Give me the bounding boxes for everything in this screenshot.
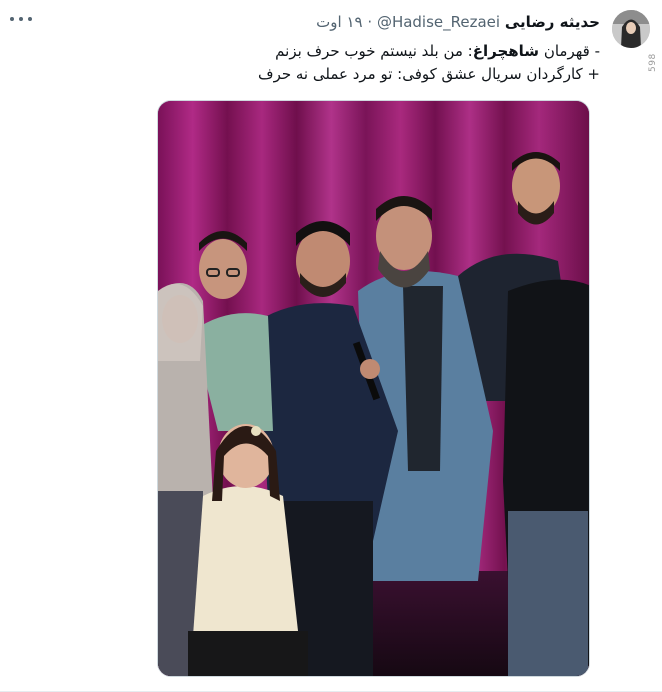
- more-dot: [28, 17, 32, 21]
- line-2-text: + کارگردان سریال عشق کوفی: تو مرد عملی ن…: [258, 65, 600, 83]
- more-dot: [19, 17, 23, 21]
- line-1-suffix: : من بلد نیستم خوب حرف بزنم: [275, 42, 473, 60]
- line-1-prefix: - قهرمان: [539, 42, 600, 60]
- author-name[interactable]: حدیثه رضایی: [505, 13, 600, 31]
- watermark-number: 598: [648, 53, 658, 72]
- tweet-header: حدیثه رضایی @Hadise_Rezaei · ۱۹ اوت: [316, 12, 600, 32]
- tweet-card[interactable]: 598 حدیثه رضایی @Hadise_Rezaei · ۱۹ اوت …: [0, 0, 662, 692]
- author-avatar[interactable]: [612, 10, 650, 48]
- tweet-text-line-1: - قهرمان شاهچراغ: من بلد نیستم خوب حرف ب…: [180, 40, 600, 63]
- line-1-bold: شاهچراغ: [472, 42, 540, 60]
- more-dot: [10, 17, 14, 21]
- tweet-date[interactable]: ۱۹ اوت: [316, 13, 362, 31]
- tweet-photo[interactable]: [157, 100, 590, 677]
- header-separator: ·: [367, 13, 373, 31]
- tweet-text: - قهرمان شاهچراغ: من بلد نیستم خوب حرف ب…: [180, 40, 600, 86]
- person-right-front: [503, 279, 589, 676]
- more-options-icon[interactable]: [10, 12, 32, 26]
- tweet-text-line-2: + کارگردان سریال عشق کوفی: تو مرد عملی ن…: [180, 63, 600, 86]
- photo-illustration: [158, 101, 589, 676]
- author-handle[interactable]: @Hadise_Rezaei: [377, 13, 500, 31]
